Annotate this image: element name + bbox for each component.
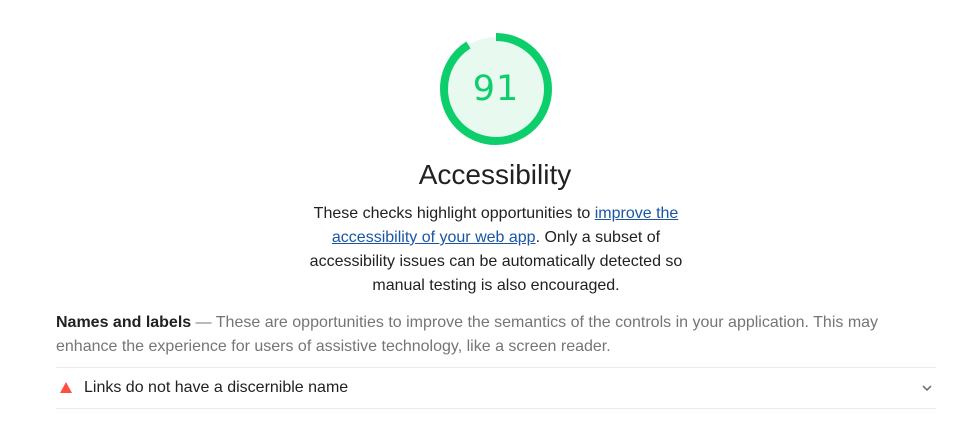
score-value: 91: [472, 69, 520, 109]
lighthouse-report: 91 Accessibility These checks highlight …: [0, 0, 972, 436]
group-separator: —: [191, 314, 216, 331]
category-title: Accessibility: [418, 159, 572, 190]
fail-triangle-icon: [60, 382, 72, 393]
group-header: Names and labels — These are opportuniti…: [56, 311, 936, 359]
group-title: Names and labels: [56, 314, 192, 331]
category-description-text: These checks highlight opportunities to: [313, 205, 595, 222]
category-description: These checks highlight opportunities to …: [301, 202, 691, 298]
audit-title: Links do not have a discernible name: [84, 379, 349, 396]
chevron-down-icon[interactable]: [920, 381, 934, 395]
score-gauge: 91: [440, 33, 552, 145]
audit-item[interactable]: Links do not have a discernible name: [56, 367, 936, 409]
